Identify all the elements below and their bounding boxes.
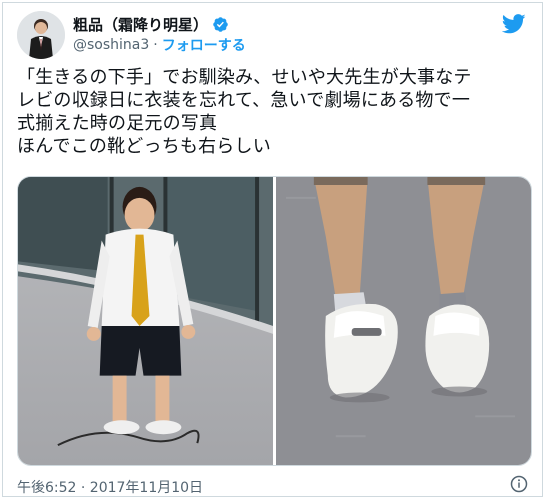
follow-button[interactable]: フォローする [162, 35, 246, 55]
tweet-card: 粗品（霜降り明星） @soshina3 · フォローする 「生きるの下手」でお馴… [2, 2, 543, 497]
tweet-line: 式揃えた時の足元の写真 [17, 113, 218, 134]
verified-badge-icon [213, 17, 228, 32]
tweet-line: 「生きるの下手」でお馴染み、せいや大先生が大事なテ [17, 67, 472, 88]
media-grid [17, 176, 532, 466]
avatar[interactable] [17, 11, 65, 59]
photo-man-standing-image [18, 177, 273, 465]
info-icon[interactable] [510, 475, 528, 493]
photo-feet-white-loafers-image [276, 177, 531, 465]
tweet-line: レビの収録日に衣装を忘れて、急いで劇場にある物で一 [17, 90, 471, 111]
tweet-timestamp[interactable]: 午後6:52 · 2017年11月10日 [17, 477, 203, 497]
twitter-bird-icon[interactable] [502, 13, 526, 35]
author-name[interactable]: 粗品（霜降り明星） [73, 14, 208, 35]
tweet-line: ほんでこの靴どっちも右らしい [17, 136, 271, 157]
photo-feet-white-loafers[interactable] [276, 177, 531, 465]
handle-separator: · [153, 37, 158, 53]
author-handle[interactable]: @soshina3 [73, 37, 149, 53]
photo-man-standing[interactable] [18, 177, 273, 465]
avatar-image [17, 11, 65, 59]
tweet-text: 「生きるの下手」でお馴染み、せいや大先生が大事なテ レビの収録日に衣装を忘れて、… [17, 66, 532, 158]
